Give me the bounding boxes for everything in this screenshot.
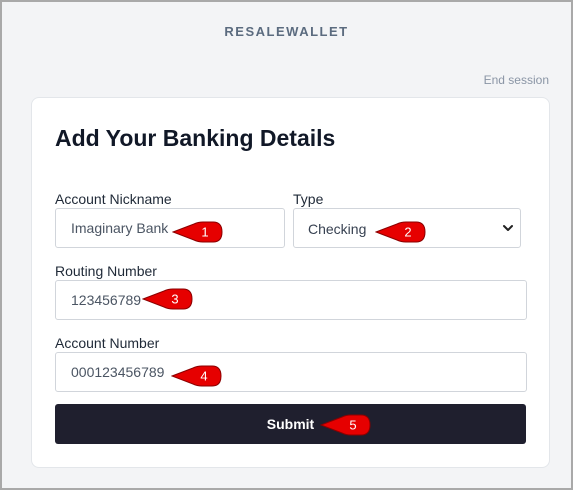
- annotation-number: 4: [200, 369, 207, 384]
- annotation-marker-2: 2: [375, 221, 427, 243]
- submit-button[interactable]: Submit: [55, 404, 526, 444]
- brand-logo-text: RESALEWALLET: [224, 24, 349, 39]
- callout-pointer-icon: 5: [320, 414, 371, 436]
- annotation-marker-5: 5: [320, 414, 372, 436]
- annotation-number: 2: [404, 225, 411, 240]
- annotation-number: 5: [349, 418, 356, 433]
- callout-pointer-icon: 3: [142, 288, 193, 310]
- account-nickname-input[interactable]: [55, 208, 285, 248]
- routing-number-input[interactable]: [55, 280, 527, 320]
- annotation-number: 3: [171, 292, 178, 307]
- callout-pointer-icon: 4: [171, 365, 222, 387]
- account-number-label: Account Number: [55, 335, 160, 351]
- callout-pointer-icon: 2: [375, 221, 426, 243]
- type-select-value: Checking: [308, 221, 367, 237]
- banking-details-card: Add Your Banking Details Account Nicknam…: [31, 97, 550, 468]
- annotation-marker-3: 3: [142, 288, 194, 310]
- end-session-link[interactable]: End session: [484, 73, 549, 87]
- chevron-down-icon: [503, 225, 513, 231]
- annotation-marker-1: 1: [172, 221, 224, 243]
- callout-pointer-icon: 1: [172, 221, 223, 243]
- account-nickname-label: Account Nickname: [55, 191, 172, 207]
- annotation-marker-4: 4: [171, 365, 223, 387]
- account-number-input[interactable]: [55, 352, 527, 392]
- annotation-number: 1: [201, 225, 208, 240]
- page-title: Add Your Banking Details: [55, 125, 336, 151]
- routing-number-label: Routing Number: [55, 263, 157, 279]
- type-label: Type: [293, 191, 324, 207]
